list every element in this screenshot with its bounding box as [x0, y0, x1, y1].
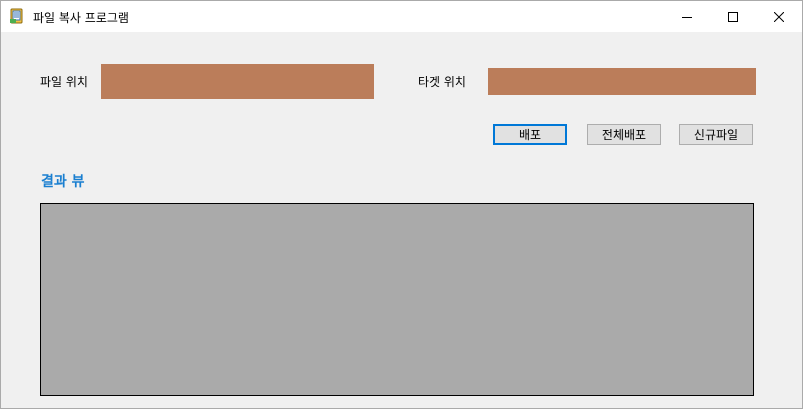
maximize-icon — [728, 11, 738, 22]
minimize-icon — [682, 16, 692, 18]
maximize-button[interactable] — [710, 1, 756, 32]
target-path-field[interactable] — [488, 68, 756, 95]
source-path-field[interactable] — [101, 64, 374, 99]
file-copy-app-icon — [9, 8, 25, 24]
new-file-button[interactable]: 신규파일 — [679, 124, 753, 145]
result-view-panel[interactable] — [40, 203, 754, 396]
window-title: 파일 복사 프로그램 — [33, 11, 129, 25]
target-path-label: 타겟 위치 — [418, 75, 466, 89]
deploy-all-button[interactable]: 전체배포 — [587, 124, 661, 145]
main-window: 파일 복사 프로그램 파일 위치 타겟 위치 배포 전체배포 신규파일 결과 뷰 — [0, 0, 803, 409]
source-path-label: 파일 위치 — [40, 75, 88, 89]
minimize-button[interactable] — [664, 1, 710, 32]
deploy-button[interactable]: 배포 — [493, 124, 567, 145]
close-icon — [774, 11, 784, 22]
close-button[interactable] — [756, 1, 802, 32]
title-bar[interactable]: 파일 복사 프로그램 — [1, 1, 802, 32]
result-view-title: 결과 뷰 — [41, 174, 85, 190]
